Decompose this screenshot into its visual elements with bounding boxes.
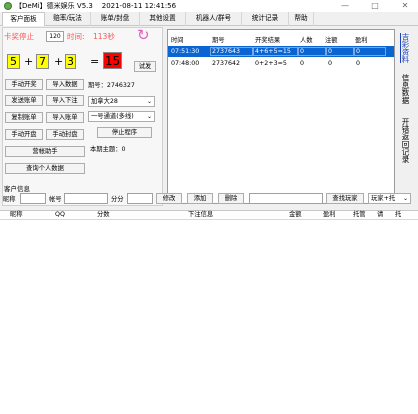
helper-button[interactable]: 营帐助手 xyxy=(5,146,85,157)
player-header-profit[interactable]: 盈利 xyxy=(323,210,336,219)
refresh-icon[interactable]: ↻ xyxy=(137,26,150,44)
history-cell: 0 xyxy=(300,60,305,67)
window-datetime: 2021-08-11 12:41:56 xyxy=(101,2,177,10)
history-cell: 0 xyxy=(356,60,361,67)
player-table xyxy=(0,210,418,414)
player-filter-select[interactable]: 玩家+托 ⌄ xyxy=(368,193,411,204)
delete-button[interactable]: 删除 xyxy=(218,193,244,204)
account-label: 帐号 xyxy=(49,196,62,203)
nickname-label: 昵称 xyxy=(3,196,16,203)
channel-select-value: 一号通道(多线) xyxy=(91,113,134,120)
tab-odds[interactable]: 赔率/玩法 xyxy=(45,12,91,26)
stop-seconds-input[interactable]: 120 xyxy=(46,31,64,42)
tab-other-settings[interactable]: 其他设置 xyxy=(140,12,186,26)
import-bill-button[interactable]: 导入账单 xyxy=(46,112,84,123)
manual-open-plate-button[interactable]: 手动开盘 xyxy=(5,129,43,140)
lottery-info-link[interactable]: 吉彩资料 xyxy=(400,33,411,63)
header-divider xyxy=(0,219,418,220)
player-search-input[interactable] xyxy=(249,193,323,204)
title-bar: 【DeMi】德米娱乐 V5.3 2021-08-11 12:41:56 — □ … xyxy=(0,0,418,12)
mode-select-value: 加拿大28 xyxy=(91,98,118,105)
account-input[interactable] xyxy=(64,193,108,204)
history-cell: 0 xyxy=(328,48,333,55)
tab-customer-panel[interactable]: 客户面板 xyxy=(2,12,45,26)
history-header-profit: 盈利 xyxy=(355,37,368,44)
number-1: 5 xyxy=(7,54,20,69)
minimize-button[interactable]: — xyxy=(335,0,355,12)
history-cell: 2737642 xyxy=(212,60,241,67)
history-cell: 0+2+3=5 xyxy=(255,60,287,67)
player-header-hosted[interactable]: 托管 xyxy=(353,210,366,219)
error-record-label[interactable]: 开错返回记录 xyxy=(400,118,411,163)
history-header-period: 期号 xyxy=(212,37,225,44)
player-header-please[interactable]: 请 xyxy=(377,210,383,219)
copy-bill-button[interactable]: 复制账单 xyxy=(5,112,43,123)
history-cell: 07:51:30 xyxy=(171,48,200,55)
stop-program-button[interactable]: 停止程序 xyxy=(97,127,152,138)
player-header-qq[interactable]: QQ xyxy=(55,210,65,219)
chevron-down-icon: ⌄ xyxy=(146,113,152,120)
player-header-bet-info[interactable]: 下注信息 xyxy=(188,210,213,219)
chevron-down-icon: ⌄ xyxy=(146,98,152,105)
plus-sign-2: + xyxy=(54,55,64,68)
manual-open-button[interactable]: 手动开奖 xyxy=(5,79,43,90)
nickname-input[interactable] xyxy=(20,193,46,204)
player-header-amount[interactable]: 金额 xyxy=(289,210,302,219)
modify-button[interactable]: 修改 xyxy=(156,193,182,204)
stop-label: 卡奖停止 xyxy=(4,32,34,41)
player-header-tuo[interactable]: 托 xyxy=(395,210,401,219)
history-header-count: 人数 xyxy=(300,37,313,44)
maximize-button[interactable]: □ xyxy=(365,0,385,12)
tab-bill[interactable]: 账单/封盘 xyxy=(91,12,140,26)
tab-help[interactable]: 帮助 xyxy=(289,12,314,26)
app-icon xyxy=(4,2,12,10)
player-header-nickname[interactable]: 昵称 xyxy=(10,210,23,219)
history-header-result: 开奖结果 xyxy=(255,37,281,44)
query-personal-button[interactable]: 查询个人数据 xyxy=(5,163,85,174)
points-label: 分分 xyxy=(111,196,124,203)
history-row[interactable]: 07:48:00 2737642 0+2+3=5 0 0 0 xyxy=(168,58,394,69)
number-2: 7 xyxy=(36,54,49,69)
search-player-button[interactable]: 查找玩家 xyxy=(326,193,364,204)
chevron-down-icon: ⌄ xyxy=(402,195,408,202)
result-box: 15 xyxy=(103,52,122,69)
mode-select[interactable]: 加拿大28 ⌄ xyxy=(88,96,155,107)
player-header-score[interactable]: 分数 xyxy=(97,210,110,219)
equals-sign: = xyxy=(90,55,100,68)
history-cell: 0 xyxy=(356,48,361,55)
trial-button[interactable]: 试发 xyxy=(134,61,156,72)
history-header-time: 时间 xyxy=(171,37,184,44)
points-input[interactable] xyxy=(127,193,153,204)
history-cell: 4+6+5=15 xyxy=(255,48,291,55)
import-bet-button[interactable]: 导入下注 xyxy=(46,95,84,106)
history-cell: 0 xyxy=(300,48,305,55)
time-value: 113秒 xyxy=(93,32,115,41)
history-cell: 0 xyxy=(328,60,333,67)
plus-sign-1: + xyxy=(24,55,34,68)
window-title: 【DeMi】德米娱乐 V5.3 2021-08-11 12:41:56 xyxy=(15,2,177,10)
tab-statistics[interactable]: 统计记录 xyxy=(242,12,289,26)
customer-section-label: 客户信息 xyxy=(4,185,30,193)
send-bill-button[interactable]: 发送账单 xyxy=(5,95,43,106)
player-filter-value: 玩家+托 xyxy=(371,195,396,202)
close-button[interactable]: ✕ xyxy=(395,0,415,12)
import-data-button[interactable]: 导入数据 xyxy=(46,79,84,90)
channel-select[interactable]: 一号通道(多线) ⌄ xyxy=(88,111,155,122)
add-button[interactable]: 添加 xyxy=(187,193,213,204)
number-3: 3 xyxy=(65,54,76,69)
info-data-label[interactable]: 信息数据 xyxy=(400,74,411,104)
history-cell: 07:48:00 xyxy=(171,60,200,67)
current-topic: 本期主题：0 xyxy=(90,146,126,153)
history-header-bet: 注额 xyxy=(325,37,338,44)
period-label: 期号：2746327 xyxy=(88,82,135,89)
time-label: 时间: xyxy=(67,32,85,41)
history-row[interactable]: 07:51:30 2737643 4+6+5=15 0 0 0 xyxy=(168,46,394,57)
tab-robot[interactable]: 机器人/群号 xyxy=(186,12,242,26)
manual-close-plate-button[interactable]: 手动封盘 xyxy=(46,129,84,140)
history-cell: 2737643 xyxy=(212,48,241,55)
